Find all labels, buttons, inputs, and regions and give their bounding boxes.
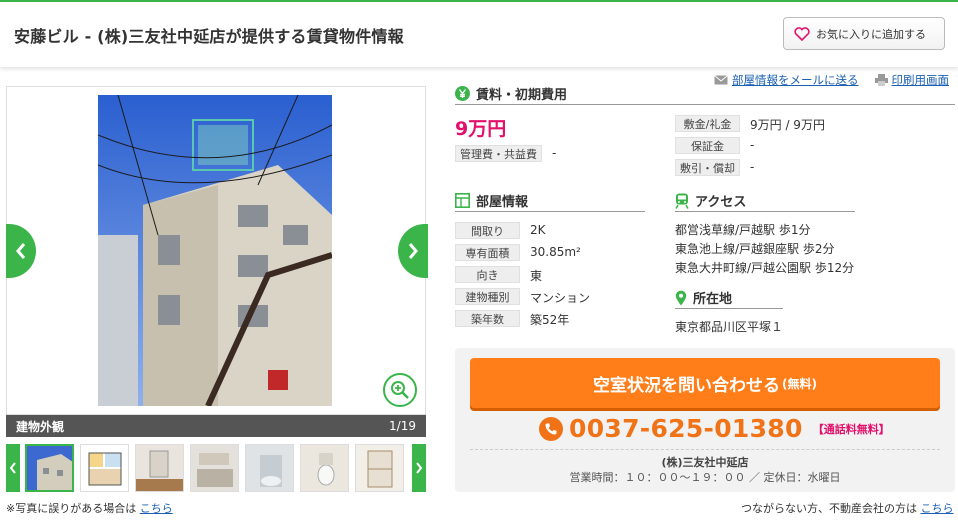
building-photo [98, 95, 332, 406]
photo-next-button[interactable] [398, 224, 428, 278]
orientation-value: 東 [530, 269, 543, 283]
phone-free-note: 【通話料無料】 [812, 422, 890, 436]
layout-value: 2K [530, 223, 546, 237]
contact-note: つながらない方、不動産会社の方は こちら [741, 500, 954, 516]
room-icon [455, 193, 470, 208]
location-heading: 所在地 [675, 288, 732, 307]
phone-number[interactable]: 0037-625-01380 [569, 414, 803, 443]
inquiry-button-label: 空室状況を問い合わせる [593, 375, 780, 396]
contact-note-text: つながらない方、不動産会社の方は [741, 502, 917, 515]
phone-row: 0037-625-01380 【通話料無料】 [539, 414, 890, 443]
print-icon [874, 74, 888, 86]
shop-name: (株)三友社中延店 [661, 456, 749, 469]
page-title: 安藤ビル - (株)三友社中延店が提供する賃貸物件情報 [14, 27, 404, 46]
chevron-left-icon [9, 462, 16, 474]
thumb-next-button[interactable] [412, 444, 426, 492]
chevron-right-icon [416, 462, 423, 474]
rent-price: 9万円 [455, 118, 507, 140]
age-label: 築年数 [455, 310, 520, 327]
contact-divider [470, 449, 940, 450]
access-heading: アクセス [675, 191, 746, 210]
thumbnail-5[interactable] [245, 444, 294, 492]
page-header: 安藤ビル - (株)三友社中延店が提供する賃貸物件情報 お気に入りに追加する [0, 0, 958, 67]
room-heading-label: 部屋情報 [476, 195, 529, 210]
chevron-right-icon [408, 243, 418, 259]
guarantee-label: 保証金 [675, 137, 740, 154]
thumb-prev-button[interactable] [6, 444, 20, 492]
rent-heading-label: 賃料・初期費用 [476, 88, 568, 103]
phone-icon [539, 416, 563, 441]
deposit-label: 敷金/礼金 [675, 115, 740, 132]
layout-label: 間取り [455, 222, 520, 239]
location-heading-label: 所在地 [693, 292, 733, 307]
print-link[interactable]: 印刷用画面 [874, 72, 950, 88]
building-type-label: 建物種別 [455, 288, 520, 305]
amortization-label: 敷引・償却 [675, 159, 740, 176]
thumbnail-3[interactable] [135, 444, 184, 492]
room-heading: 部屋情報 [455, 191, 528, 210]
thumbnail-4[interactable] [190, 444, 239, 492]
chevron-left-icon [16, 243, 26, 259]
rent-heading-rule [455, 104, 955, 105]
thumbnail-1[interactable] [25, 444, 74, 492]
access-line-2: 東急池上線/戸越銀座駅 歩2分 [675, 242, 835, 256]
location-heading-rule [675, 308, 783, 309]
contact-note-link[interactable]: こちら [921, 502, 954, 515]
mgmt-fee-label: 管理費・共益費 [455, 145, 542, 162]
photo-counter: 1/19 [389, 419, 416, 433]
rent-heading: 賃料・初期費用 [455, 84, 567, 103]
inquiry-button[interactable]: 空室状況を問い合わせる (無料) [470, 358, 940, 408]
contact-box: 空室状況を問い合わせる (無料) 0037-625-01380 【通話料無料】 … [455, 348, 955, 492]
guarantee-value: - [750, 138, 755, 152]
pin-icon [675, 290, 687, 305]
mail-link-label[interactable]: 部屋情報をメールに送る [732, 72, 859, 88]
photo-error-text: ※写真に誤りがある場合は [6, 502, 137, 515]
zoom-icon [391, 381, 409, 399]
add-favorite-button[interactable]: お気に入りに追加する [783, 17, 945, 50]
room-heading-rule [455, 211, 645, 212]
age-value: 築52年 [530, 313, 570, 327]
photo-prev-button[interactable] [6, 224, 36, 278]
main-photo-frame [6, 86, 428, 415]
mail-icon [714, 75, 728, 85]
photo-caption: 建物外観 [16, 419, 65, 434]
thumbnail-2[interactable] [80, 444, 129, 492]
access-line-1: 都営浅草線/戸越駅 歩1分 [675, 223, 811, 237]
photo-error-link[interactable]: こちら [140, 502, 173, 515]
building-type-value: マンション [530, 291, 591, 305]
train-icon [675, 193, 689, 209]
area-label: 専有面積 [455, 244, 520, 261]
photo-error-note: ※写真に誤りがある場合は こちら [6, 500, 173, 516]
access-heading-rule [675, 211, 855, 212]
print-link-label[interactable]: 印刷用画面 [892, 72, 950, 88]
photo-caption-bar: 建物外観 1/19 [6, 415, 426, 437]
mgmt-fee-value: - [552, 146, 557, 160]
inquiry-button-suffix: (無料) [782, 376, 817, 391]
area-value: 30.85m² [530, 245, 581, 259]
thumbnail-strip [6, 442, 426, 494]
yen-icon [455, 86, 470, 101]
mail-link[interactable]: 部屋情報をメールに送る [714, 72, 859, 88]
deposit-value: 9万円 / 9万円 [750, 118, 825, 132]
add-favorite-label: お気に入りに追加する [816, 27, 926, 41]
utility-links: 部屋情報をメールに送る 印刷用画面 [714, 72, 949, 88]
zoom-button[interactable] [383, 373, 417, 407]
access-line-3: 東急大井町線/戸越公園駅 歩12分 [675, 261, 855, 275]
heart-icon [794, 26, 810, 41]
thumbnail-7[interactable] [355, 444, 404, 492]
thumbnail-6[interactable] [300, 444, 349, 492]
access-heading-label: アクセス [695, 195, 747, 210]
amortization-value: - [750, 160, 755, 174]
address-value: 東京都品川区平塚１ [675, 320, 784, 334]
orientation-label: 向き [455, 266, 520, 283]
shop-hours: 営業時間：１０：００～１９：００ ／ 定休日：水曜日 [569, 471, 841, 484]
